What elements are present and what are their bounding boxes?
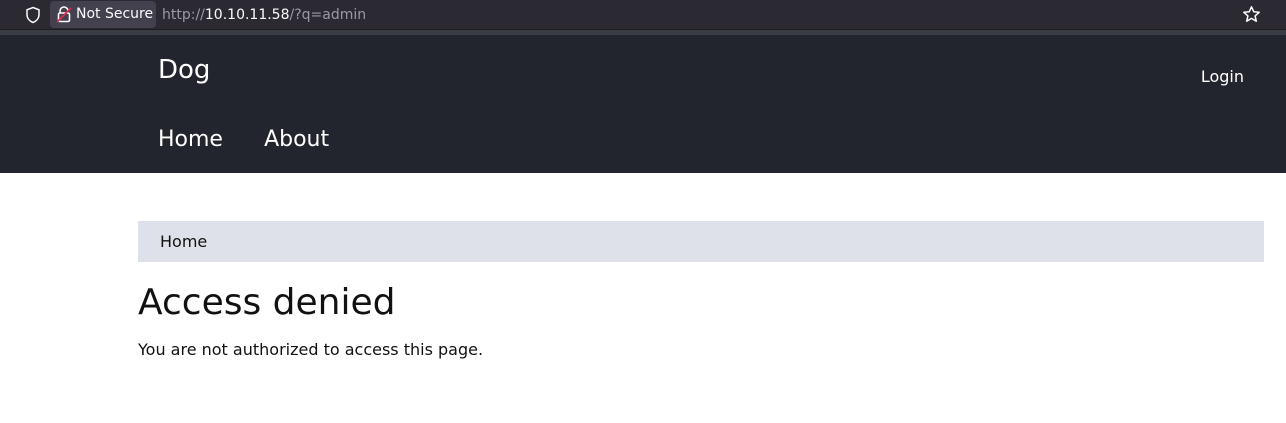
insecure-lock-icon <box>56 6 72 23</box>
breadcrumb: Home <box>138 221 1264 262</box>
url-field[interactable]: http://10.10.11.58/?q=admin <box>162 0 366 30</box>
nav-item-about[interactable]: About <box>264 127 329 152</box>
login-link[interactable]: Login <box>1201 67 1244 86</box>
not-secure-button[interactable]: Not Secure <box>50 1 156 28</box>
breadcrumb-item-home[interactable]: Home <box>160 232 207 251</box>
nav-item-home[interactable]: Home <box>158 127 223 152</box>
page-title: Access denied <box>138 282 396 323</box>
main-nav: Home About <box>158 127 365 152</box>
browser-url-bar-inner: Not Secure http://10.10.11.58/?q=admin <box>18 0 1286 30</box>
access-denied-message: You are not authorized to access this pa… <box>138 340 484 359</box>
shield-icon[interactable] <box>24 6 42 24</box>
site-header: Dog Login Home About <box>0 35 1286 173</box>
url-host: 10.10.11.58 <box>204 7 290 23</box>
site-name-link[interactable]: Dog <box>158 55 210 85</box>
url-scheme: http:// <box>162 7 205 23</box>
security-label: Not Secure <box>76 6 154 22</box>
browser-url-bar: Not Secure http://10.10.11.58/?q=admin <box>0 0 1286 30</box>
bookmark-star-icon[interactable] <box>1242 5 1261 24</box>
url-path: /?q=admin <box>289 7 367 23</box>
